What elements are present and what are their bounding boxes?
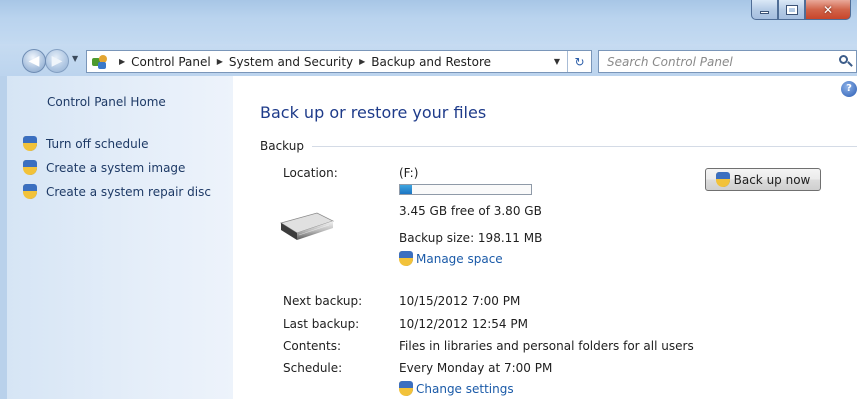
detail-value: Files in libraries and personal folders … — [399, 339, 694, 353]
maximize-icon — [785, 4, 798, 15]
turn-off-schedule-link[interactable]: Turn off schedule — [23, 136, 148, 151]
address-bar[interactable]: ▶ Control Panel ▶ System and Security ▶ … — [86, 50, 592, 73]
task-pane: Control Panel Home Turn off schedule Cre… — [0, 76, 233, 399]
search-icon[interactable] — [836, 52, 856, 72]
task-label: Turn off schedule — [46, 136, 149, 151]
uac-shield-icon — [399, 251, 413, 266]
breadcrumb-control-panel[interactable]: Control Panel — [131, 55, 211, 69]
minimize-icon — [760, 11, 769, 14]
breadcrumb-chevron-icon[interactable]: ▶ — [119, 57, 125, 66]
detail-label: Next backup: — [283, 294, 363, 308]
window-title-bar: ✕ — [0, 0, 857, 44]
forward-button[interactable]: ▶ — [45, 49, 69, 73]
create-system-image-link[interactable]: Create a system image — [23, 160, 185, 175]
breadcrumb-chevron-icon[interactable]: ▶ — [217, 57, 223, 66]
free-space-text: 3.45 GB free of 3.80 GB — [399, 204, 542, 218]
back-up-now-button[interactable]: Back up now — [705, 168, 821, 191]
backup-size-text: Backup size: 198.11 MB — [399, 231, 543, 245]
caption-buttons: ✕ — [751, 0, 851, 20]
maximize-button[interactable] — [778, 0, 805, 20]
detail-value: 10/15/2012 7:00 PM — [399, 294, 521, 308]
uac-shield-icon — [23, 184, 37, 199]
usb-drive-icon — [280, 212, 335, 240]
uac-shield-icon — [23, 160, 37, 175]
location-label: Location: — [283, 166, 338, 180]
change-settings-label: Change settings — [416, 381, 514, 396]
detail-label: Last backup: — [283, 317, 360, 331]
search-box[interactable]: Search Control Panel — [598, 50, 857, 73]
address-dropdown-icon[interactable]: ▼ — [547, 57, 567, 66]
location-value: (F:) — [399, 166, 419, 180]
main-content: ? Back up or restore your files Backup L… — [233, 76, 857, 399]
section-divider — [312, 146, 857, 147]
uac-shield-icon — [399, 381, 413, 396]
back-up-now-label: Back up now — [733, 172, 811, 187]
section-heading-backup: Backup — [260, 139, 304, 153]
task-label: Create a system repair disc — [46, 184, 211, 199]
minimize-button[interactable] — [751, 0, 778, 20]
close-icon: ✕ — [822, 2, 834, 17]
detail-label: Contents: — [283, 339, 342, 353]
close-button[interactable]: ✕ — [805, 0, 851, 20]
breadcrumb-backup-and-restore[interactable]: Backup and Restore — [371, 55, 491, 69]
breadcrumb-chevron-icon[interactable]: ▶ — [359, 57, 365, 66]
search-input[interactable]: Search Control Panel — [607, 55, 836, 69]
manage-space-label: Manage space — [416, 251, 503, 266]
refresh-button[interactable]: ↻ — [567, 51, 591, 72]
drive-space-bar — [399, 184, 532, 195]
control-panel-home-link[interactable]: Control Panel Home — [47, 95, 166, 109]
help-icon[interactable]: ? — [841, 81, 857, 97]
uac-shield-icon — [715, 172, 730, 187]
breadcrumb-system-and-security[interactable]: System and Security — [229, 55, 353, 69]
control-panel-icon — [91, 54, 109, 70]
change-settings-link[interactable]: Change settings — [399, 381, 514, 396]
back-button[interactable]: ◀ — [22, 49, 46, 73]
navigation-bar: ◀ ▶ ▼ ▶ Control Panel ▶ System and Secur… — [0, 44, 857, 76]
drive-space-fill — [400, 185, 412, 194]
detail-value: Every Monday at 7:00 PM — [399, 361, 553, 375]
manage-space-link[interactable]: Manage space — [399, 251, 503, 266]
recent-pages-dropdown[interactable]: ▼ — [72, 54, 78, 63]
refresh-icon: ↻ — [574, 54, 585, 69]
uac-shield-icon — [23, 136, 37, 151]
task-label: Create a system image — [46, 160, 186, 175]
detail-label: Schedule: — [283, 361, 343, 375]
detail-value: 10/12/2012 12:54 PM — [399, 317, 528, 331]
page-title: Back up or restore your files — [260, 103, 487, 122]
create-system-repair-disc-link[interactable]: Create a system repair disc — [23, 184, 211, 199]
